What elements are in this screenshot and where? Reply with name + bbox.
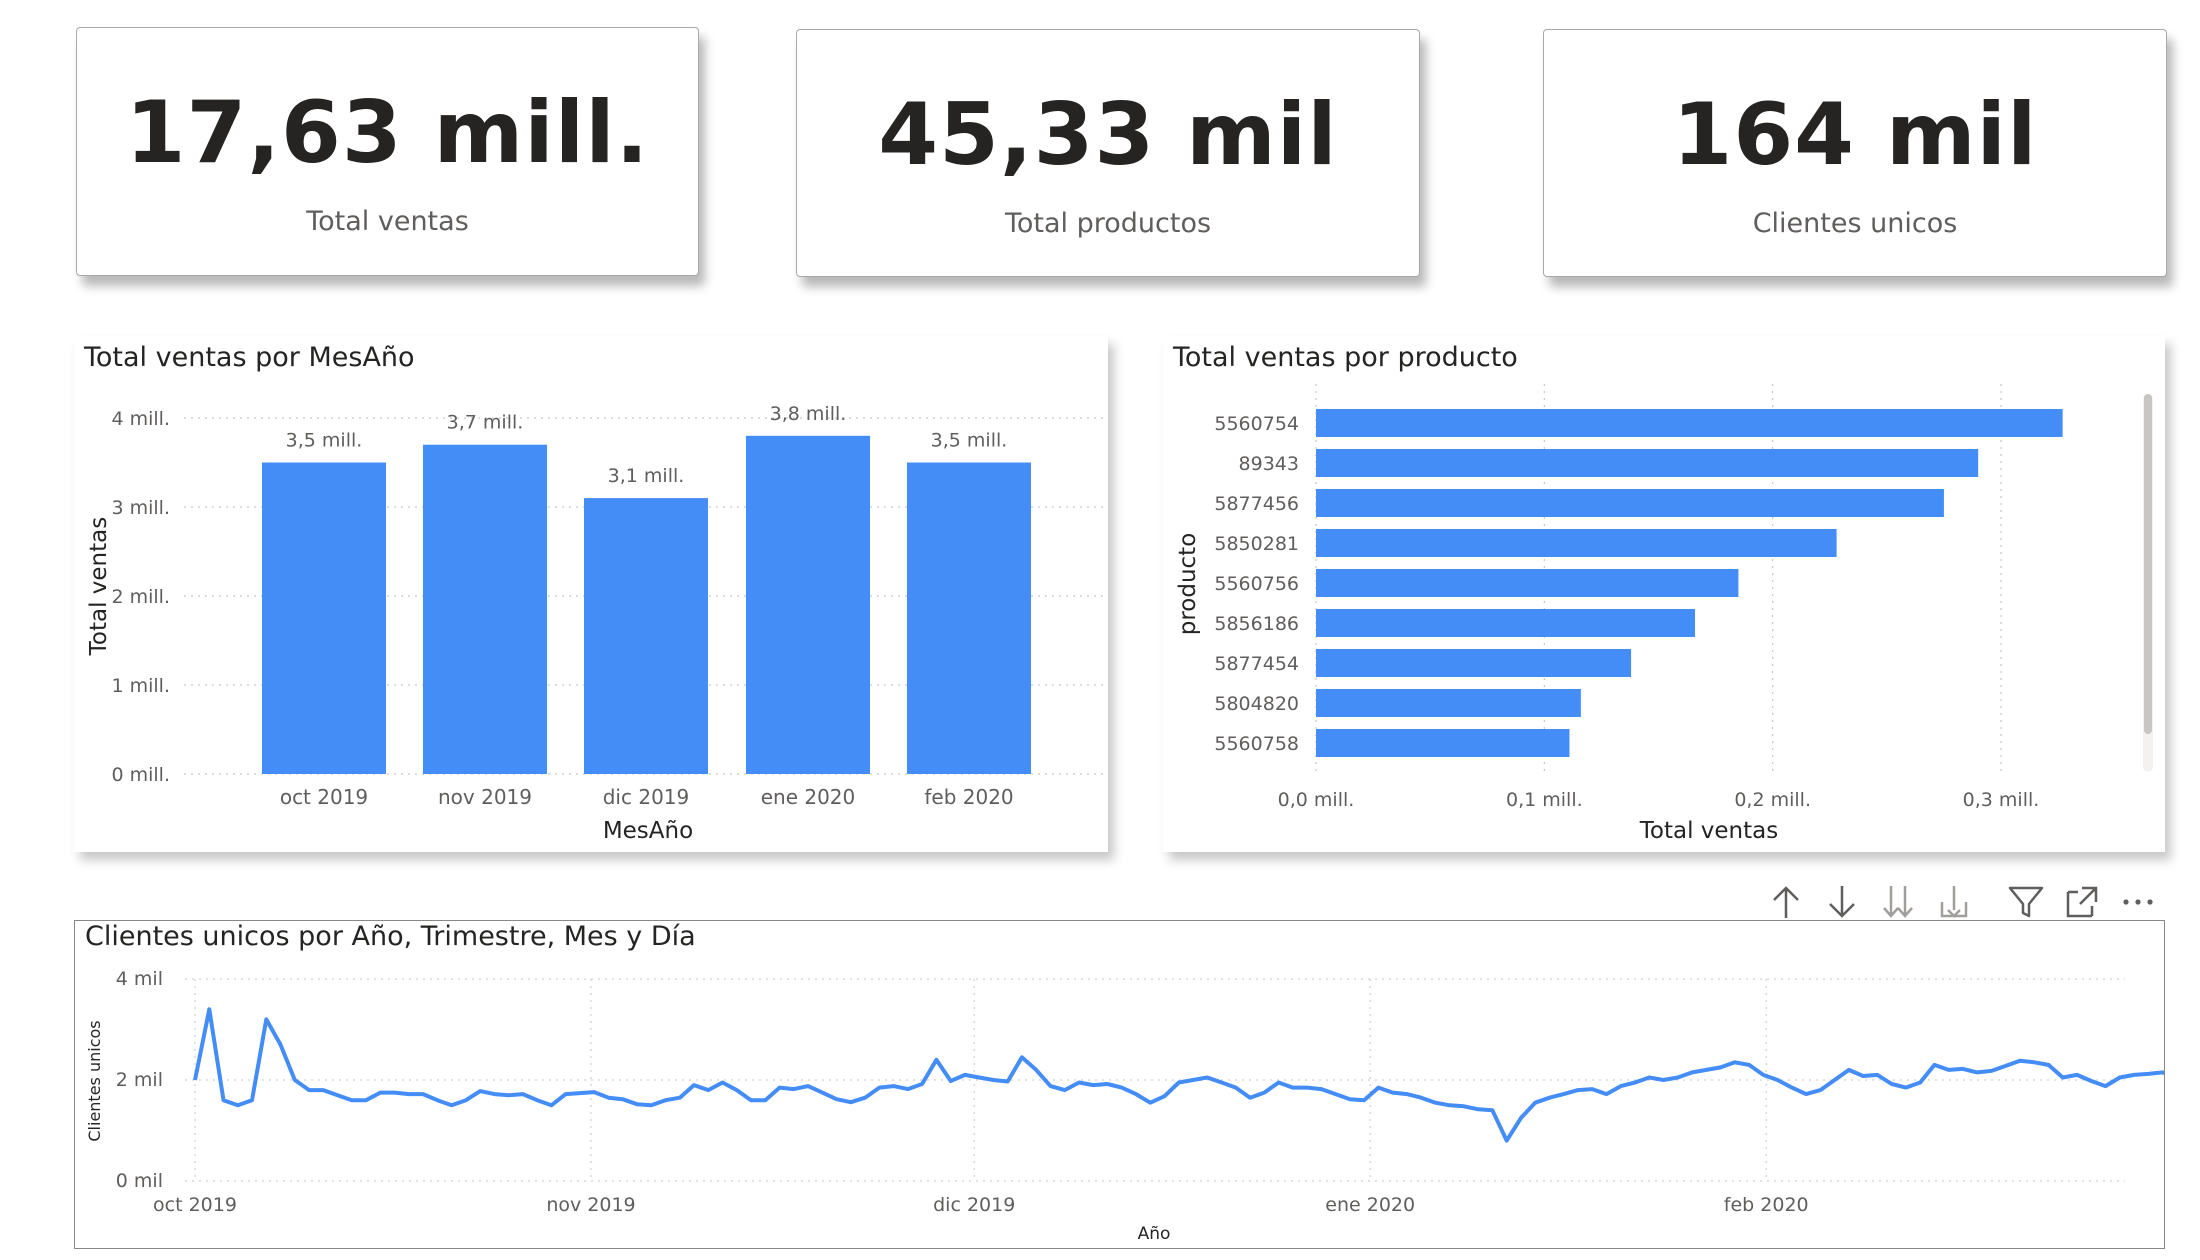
arrow-down-icon[interactable]: [1820, 880, 1864, 924]
y-tick-label: 2 mil: [116, 1069, 163, 1091]
kpi-card-total-ventas[interactable]: 17,63 mill. Total ventas: [76, 27, 699, 276]
line-chart-ylabel: Clientes unicos: [85, 1020, 104, 1141]
bar[interactable]: [1316, 729, 1570, 757]
bar[interactable]: [1316, 409, 2063, 437]
bar[interactable]: [1316, 569, 1739, 597]
bar[interactable]: [746, 435, 870, 774]
hbar-scrollbar-thumb[interactable]: [2144, 394, 2152, 734]
y-tick-label: 3 mill.: [111, 497, 170, 519]
focus-mode-icon[interactable]: [2060, 880, 2104, 924]
data-label: 3,8 mill.: [770, 403, 847, 425]
bar-chart-xlabel: MesAño: [603, 818, 693, 844]
data-label: 3,5 mill.: [286, 430, 363, 452]
hbar-chart-ylabel: producto: [1175, 533, 1201, 636]
bar[interactable]: [907, 462, 1031, 775]
category-label: 89343: [1239, 453, 1299, 475]
kpi-label: Total productos: [1004, 208, 1212, 239]
category-label: 5560758: [1214, 733, 1299, 755]
y-tick-label: 1 mill.: [111, 675, 170, 697]
double-arrow-down-icon[interactable]: [1876, 880, 1920, 924]
kpi-value: 45,33 mil: [878, 85, 1338, 185]
data-label: 3,7 mill.: [447, 412, 524, 434]
data-label: 3,5 mill.: [931, 430, 1008, 452]
x-tick-label: 0,3 mill.: [1963, 789, 2040, 811]
kpi-label: Clientes unicos: [1752, 208, 1958, 239]
x-tick-label: 0,1 mill.: [1506, 789, 1583, 811]
hbar-chart-xlabel: Total ventas: [1639, 818, 1778, 844]
x-tick-label: dic 2019: [933, 1194, 1015, 1216]
hbar-chart-svg: 5560754 89343 5877456 5850281 5560756 5856186…: [1175, 384, 2153, 844]
x-tick-label: 0,0 mill.: [1278, 789, 1355, 811]
bar[interactable]: [1316, 529, 1837, 557]
category-label: 5560756: [1214, 573, 1299, 595]
more-options-icon[interactable]: [2116, 880, 2160, 924]
x-tick-label: ene 2020: [1325, 1194, 1415, 1216]
x-tick-label: nov 2019: [546, 1194, 635, 1216]
x-tick-label: ene 2020: [761, 785, 856, 809]
bar[interactable]: [1316, 689, 1581, 717]
x-tick-label: oct 2019: [153, 1194, 237, 1216]
bar[interactable]: [262, 462, 386, 775]
y-tick-label: 0 mil: [116, 1170, 163, 1192]
category-label: 5877454: [1214, 653, 1299, 675]
bar-chart-svg: 0 mill. 1 mill. 2 mill. 3 mill. 4 mill. 3,5 …: [86, 403, 1104, 844]
x-tick-label: 0,2 mill.: [1734, 789, 1811, 811]
bar[interactable]: [1316, 649, 1632, 677]
bar-chart-panel[interactable]: Total ventas por MesAño 0 mill. 1 mill. 2 …: [74, 336, 1108, 852]
bar-chart-ylabel: Total ventas: [86, 517, 112, 656]
x-tick-label: feb 2020: [924, 785, 1013, 809]
bar[interactable]: [584, 498, 708, 774]
bar[interactable]: [423, 444, 547, 774]
category-label: 5804820: [1214, 693, 1299, 715]
arrow-up-icon[interactable]: [1764, 880, 1808, 924]
kpi-card-total-productos[interactable]: 45,33 mil Total productos: [796, 29, 1420, 277]
clientes-unicos-line[interactable]: [193, 1007, 2164, 1143]
x-tick-label: feb 2020: [1724, 1194, 1809, 1216]
x-tick-label: nov 2019: [438, 785, 532, 809]
category-label: 5560754: [1214, 413, 1299, 435]
y-tick-label: 2 mill.: [111, 586, 170, 608]
y-tick-label: 4 mil: [116, 968, 163, 990]
y-tick-label: 0 mill.: [111, 764, 170, 786]
kpi-card-clientes-unicos[interactable]: 164 mil Clientes unicos: [1543, 29, 2167, 277]
line-chart-panel[interactable]: Clientes unicos por Año, Trimestre, Mes …: [74, 920, 2165, 1249]
bar[interactable]: [1316, 609, 1696, 637]
y-tick-label: 4 mill.: [111, 408, 170, 430]
kpi-value: 17,63 mill.: [125, 83, 650, 183]
filter-icon[interactable]: [2004, 880, 2048, 924]
bar[interactable]: [1316, 449, 1979, 477]
data-label: 3,1 mill.: [608, 465, 685, 487]
category-label: 5856186: [1214, 613, 1299, 635]
bar[interactable]: [1316, 489, 1944, 517]
category-label: 5850281: [1214, 533, 1299, 555]
line-chart-svg: 0 mil 2 mil 4 mil oct 2019 nov 2019 dic 2019…: [85, 968, 2164, 1244]
category-label: 5877456: [1214, 493, 1299, 515]
kpi-label: Total ventas: [306, 206, 469, 237]
x-tick-label: dic 2019: [603, 785, 690, 809]
x-tick-label: oct 2019: [280, 785, 368, 809]
kpi-value: 164 mil: [1672, 85, 2038, 185]
line-chart-xlabel: Año: [1138, 1224, 1171, 1244]
expand-hierarchy-icon[interactable]: [1932, 880, 1976, 924]
hbar-chart-panel[interactable]: Total ventas por producto 5560754 89343 58…: [1163, 336, 2165, 852]
